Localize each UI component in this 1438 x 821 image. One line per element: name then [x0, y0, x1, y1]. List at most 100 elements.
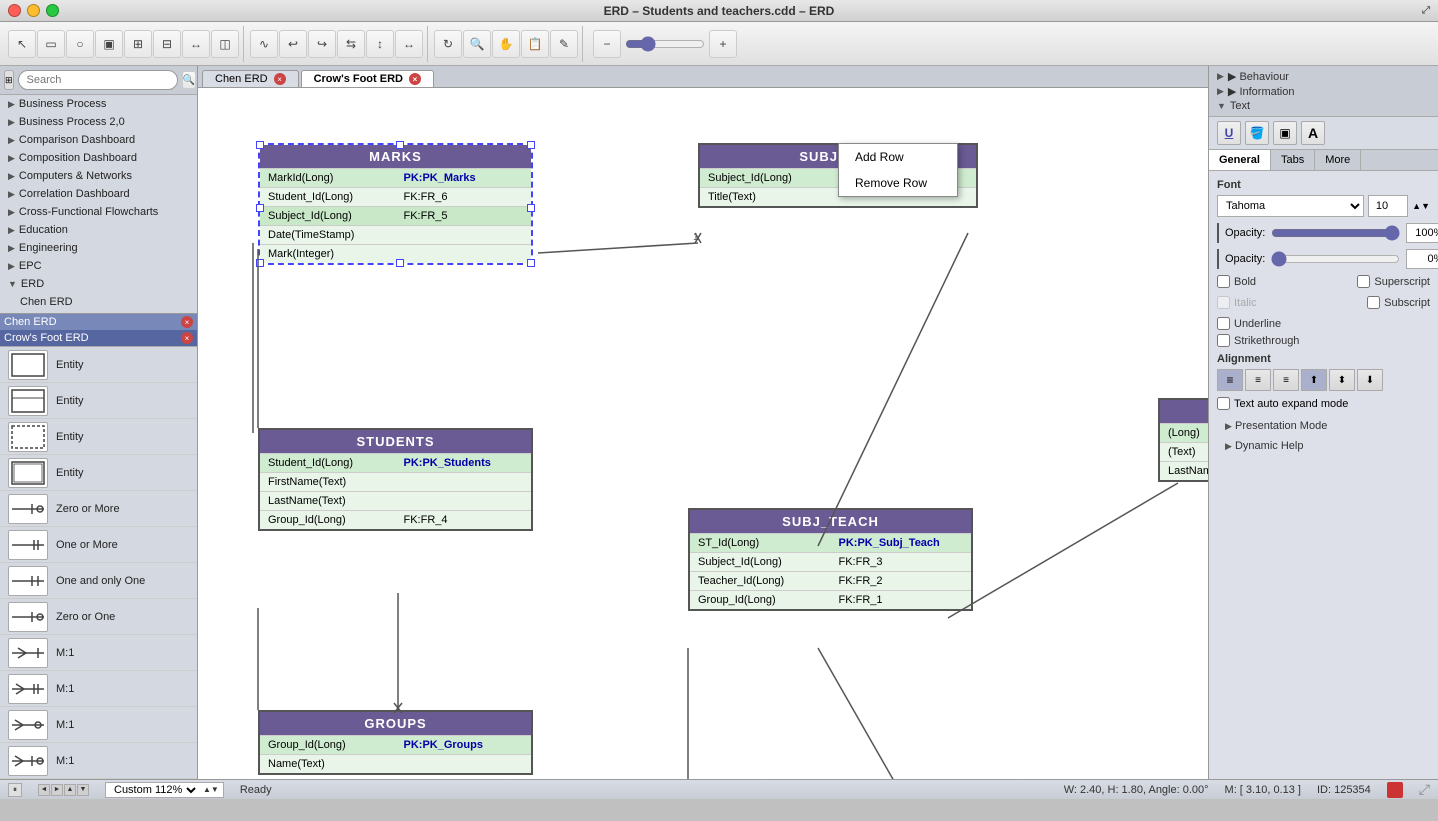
font-family-select[interactable]: Tahoma: [1217, 195, 1364, 217]
table-row[interactable]: Teacher_Id(Long) FK:FR_2: [690, 571, 971, 590]
scroll-right-btn[interactable]: ►: [51, 784, 63, 796]
table-row[interactable]: LastName(Text): [260, 491, 531, 510]
context-add-row[interactable]: Add Row: [839, 144, 957, 170]
opacity2-slider[interactable]: [1271, 252, 1400, 266]
table-row[interactable]: Subject_Id(Long) FK:FR_3: [690, 552, 971, 571]
undo-tool[interactable]: ↩: [279, 30, 307, 58]
zoom-plus-btn[interactable]: +: [709, 30, 737, 58]
opacity1-slider[interactable]: [1271, 226, 1400, 240]
opacity1-value[interactable]: [1406, 223, 1438, 243]
minimize-button[interactable]: [27, 4, 40, 17]
crows-foot-tab-close[interactable]: ×: [409, 73, 421, 85]
chen-erd-tab-close[interactable]: ×: [274, 73, 286, 85]
chen-erd-tab[interactable]: Chen ERD ×: [0, 314, 197, 330]
subscript-checkbox[interactable]: [1367, 296, 1380, 309]
align-middle-btn[interactable]: ⬍: [1329, 369, 1355, 391]
table-row[interactable]: Student_Id(Long) FK:FR_6: [260, 187, 531, 206]
table-row[interactable]: FirstName(Text): [260, 472, 531, 491]
bold-checkbox[interactable]: [1217, 275, 1230, 288]
sidebar-item-chen-erd[interactable]: Chen ERD: [0, 293, 197, 311]
table-tool[interactable]: ▣: [95, 30, 123, 58]
resize-handle[interactable]: ⤢: [1419, 781, 1430, 798]
handle-bm[interactable]: [396, 259, 404, 267]
handle-tm[interactable]: [396, 141, 404, 149]
handle-tl[interactable]: [256, 141, 264, 149]
sidebar-item-education[interactable]: ▶ Education: [0, 221, 197, 239]
handle-br[interactable]: [527, 259, 535, 267]
page-tool[interactable]: 📋: [521, 30, 549, 58]
shape-entity-4[interactable]: Entity: [0, 455, 197, 491]
refresh-tool[interactable]: ↻: [434, 30, 462, 58]
flip-h-tool[interactable]: ↔: [395, 30, 423, 58]
table-row[interactable]: Group_Id(Long) PK:PK_Groups: [260, 735, 531, 754]
redo-tool[interactable]: ↪: [308, 30, 336, 58]
zoom-spinner-arrows[interactable]: ▲▼: [203, 785, 219, 794]
table-row[interactable]: MarkId(Long) PK:PK_Marks: [260, 168, 531, 187]
resize-button[interactable]: ⤢: [1422, 5, 1430, 16]
color2-swatch[interactable]: [1217, 249, 1219, 269]
scroll-down-btn[interactable]: ▼: [77, 784, 89, 796]
align-left-btn[interactable]: ≡: [1217, 369, 1243, 391]
window-controls[interactable]: [8, 4, 59, 17]
dynamic-help-item[interactable]: ▶ Dynamic Help: [1217, 436, 1430, 456]
shape-m1-c[interactable]: M:1: [0, 707, 197, 743]
close-button[interactable]: [8, 4, 21, 17]
align-right-btn[interactable]: ≡: [1273, 369, 1299, 391]
shape-m1-d[interactable]: M:1: [0, 743, 197, 779]
sidebar-item-comparison-dashboard[interactable]: ▶ Comparison Dashboard: [0, 131, 197, 149]
sidebar-item-cross-functional[interactable]: ▶ Cross-Functional Flowcharts: [0, 203, 197, 221]
pen-tool[interactable]: ✎: [550, 30, 578, 58]
table-row[interactable]: Student_Id(Long) PK:PK_Students: [260, 453, 531, 472]
font-size-arrow[interactable]: ▲▼: [1412, 201, 1430, 211]
maximize-button[interactable]: [46, 4, 59, 17]
align-center-btn[interactable]: ≡: [1245, 369, 1271, 391]
sidebar-item-erd[interactable]: ▼ ERD: [0, 275, 197, 293]
flip-v-tool[interactable]: ↕: [366, 30, 394, 58]
sidebar-item-business-process-2[interactable]: ▶ Business Process 2,0: [0, 113, 197, 131]
prop-tab-general[interactable]: General: [1209, 150, 1271, 170]
superscript-checkbox[interactable]: [1357, 275, 1370, 288]
table-row[interactable]: ST_Id(Long) PK:PK_Subj_Teach: [690, 533, 971, 552]
align-bottom-btn[interactable]: ⬇: [1357, 369, 1383, 391]
table-row[interactable]: LastName(Text): [1160, 461, 1208, 480]
opacity2-value[interactable]: [1406, 249, 1438, 269]
chen-erd-close[interactable]: ×: [181, 316, 193, 328]
sidebar-grid-toggle[interactable]: ⊞: [4, 70, 14, 90]
sidebar-item-engineering[interactable]: ▶ Engineering: [0, 239, 197, 257]
pan-tool[interactable]: ✋: [492, 30, 520, 58]
rect-tool[interactable]: ▭: [37, 30, 65, 58]
behaviour-section[interactable]: ▶ ▶ Behaviour: [1217, 70, 1430, 83]
crows-foot-erd-tab[interactable]: Crow's Foot ERD ×: [0, 330, 197, 346]
shape-zero-or-more[interactable]: Zero or More: [0, 491, 197, 527]
chen-erd-canvas-tab[interactable]: Chen ERD ×: [202, 70, 299, 87]
align-top-btn[interactable]: ⬆: [1301, 369, 1327, 391]
circle-tool[interactable]: ○: [66, 30, 94, 58]
sidebar-item-epc[interactable]: ▶ EPC: [0, 257, 197, 275]
select-tool[interactable]: ↖: [8, 30, 36, 58]
prop-tab-more[interactable]: More: [1315, 150, 1361, 170]
prop-tab-tabs[interactable]: Tabs: [1271, 150, 1315, 170]
text-section[interactable]: ▼ Text: [1217, 100, 1430, 112]
sidebar-search-button[interactable]: 🔍: [182, 71, 196, 89]
zoom-tool[interactable]: 🔍: [463, 30, 491, 58]
information-section[interactable]: ▶ ▶ Information: [1217, 85, 1430, 98]
presentation-mode-item[interactable]: ▶ Presentation Mode: [1217, 416, 1430, 436]
shape-one-or-more[interactable]: One or More: [0, 527, 197, 563]
fill-icon[interactable]: 🪣: [1245, 121, 1269, 145]
marks-table[interactable]: MARKS MarkId(Long) PK:PK_Marks Student_I…: [258, 143, 533, 265]
auto-expand-checkbox[interactable]: [1217, 397, 1230, 410]
border-icon[interactable]: ▣: [1273, 121, 1297, 145]
table-row[interactable]: Group_Id(Long) FK:FR_1: [690, 590, 971, 609]
shape-zero-or-one[interactable]: Zero or One: [0, 599, 197, 635]
underline-checkbox[interactable]: [1217, 317, 1230, 330]
groups-table[interactable]: GROUPS Group_Id(Long) PK:PK_Groups Name(…: [258, 710, 533, 775]
text-icon[interactable]: A: [1301, 121, 1325, 145]
handle-bl[interactable]: [256, 259, 264, 267]
zoom-minus-btn[interactable]: −: [593, 30, 621, 58]
scroll-left-btn[interactable]: ◄: [38, 784, 50, 796]
shape-entity-3[interactable]: Entity: [0, 419, 197, 455]
italic-checkbox[interactable]: [1217, 296, 1230, 309]
table-row[interactable]: Date(TimeStamp): [260, 225, 531, 244]
handle-mr[interactable]: [527, 204, 535, 212]
zoom-select[interactable]: Custom 112% 50% 75% 100% 150% 200%: [110, 783, 199, 797]
